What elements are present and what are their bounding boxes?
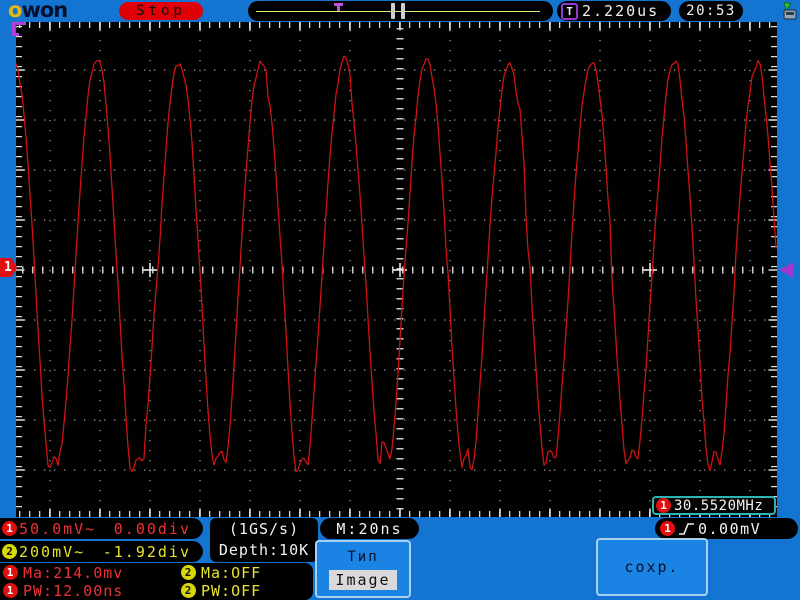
sample-rate: (1GS/s) (228, 520, 300, 538)
trigger-position-marker-icon (334, 3, 343, 11)
view-window-bracket-right (401, 3, 405, 19)
scope-grid-and-trace (15, 21, 778, 518)
horizontal-position-bar[interactable] (248, 1, 553, 21)
type-menu-label: Тип (347, 549, 379, 565)
measurement-label: Ma:OFF (201, 563, 262, 582)
channel1-zero-marker[interactable]: 1 (0, 258, 17, 277)
view-window-bracket-left (391, 3, 395, 19)
save-button-label: сохр. (624, 558, 680, 576)
acquisition-status: (1GS/s) Depth:10K (210, 518, 318, 562)
channel1-offset: 0.00div (113, 519, 191, 538)
waveform-display (15, 21, 778, 518)
measurement-label: PW:12.00ns (23, 581, 124, 600)
logo-rest: won (21, 0, 68, 22)
frequency-channel-badge: 1 (656, 498, 671, 513)
measurement-ch2-max: 2 Ma:OFF (181, 564, 313, 582)
measurement-ch2-pw: 2 PW:OFF (181, 582, 313, 600)
measurements-panel: 1 Ma:214.0mv 2 Ma:OFF 1 PW:12.00ns 2 PW:… (0, 563, 313, 600)
memory-window-line (256, 11, 540, 12)
channel1-status[interactable]: 1 50.0mV~ 0.00div (0, 518, 203, 539)
run-state-label: Stop (136, 3, 186, 19)
trigger-t-icon: T (561, 2, 578, 20)
channel1-zero-marker-label: 1 (4, 260, 12, 275)
rising-edge-icon (679, 522, 694, 535)
trigger-time-value: 2.220us (582, 2, 660, 20)
channel2-badge: 2 (2, 544, 17, 559)
measurement-badge: 2 (181, 583, 196, 598)
measurement-ch1-pw: 1 PW:12.00ns (3, 582, 181, 600)
trigger-offscreen-marker-icon (12, 22, 28, 38)
channel2-scale: 200mV~ (19, 542, 86, 561)
measurement-badge: 1 (3, 583, 18, 598)
type-menu-button[interactable]: Тип Image (315, 540, 411, 598)
trigger-level-marker-icon[interactable] (779, 262, 794, 278)
measurement-ch1-max: 1 Ma:214.0mv (3, 564, 181, 582)
timebase-value: M:20ns (336, 519, 403, 538)
channel1-scale: 50.0mV~ (19, 519, 97, 538)
save-button[interactable]: сохр. (596, 538, 708, 596)
type-menu-value: Image (329, 570, 397, 590)
channel1-badge: 1 (2, 521, 17, 536)
measurement-badge: 2 (181, 565, 196, 580)
measurement-badge: 1 (3, 565, 18, 580)
top-bar: owon Stop T 2.220us 20:53 (0, 0, 800, 22)
trigger-level-value: 0.00mV (698, 519, 762, 538)
status-bar: 1 50.0mV~ 0.00div 2 200mV~ -1.92div (1GS… (0, 517, 800, 600)
trigger-status[interactable]: 1 0.00mV (655, 518, 798, 539)
channel2-status[interactable]: 2 200mV~ -1.92div (0, 541, 203, 562)
logo-first-letter: o (8, 0, 22, 22)
usb-storage-icon (783, 2, 797, 20)
trigger-source-badge: 1 (660, 521, 675, 536)
trigger-time-readout: T 2.220us (557, 1, 671, 21)
clock-value: 20:53 (686, 3, 736, 19)
measurement-label: Ma:214.0mv (23, 563, 124, 582)
clock-readout: 20:53 (679, 1, 743, 21)
channel2-offset: -1.92div (102, 542, 191, 561)
frequency-value: 30.5520MHz (674, 497, 764, 514)
frequency-counter: 1 30.5520MHz (652, 496, 776, 515)
owon-logo: owon (8, 0, 68, 22)
memory-depth: Depth:10K (218, 541, 310, 559)
measurement-label: PW:OFF (201, 581, 262, 600)
timebase-status[interactable]: M:20ns (320, 518, 419, 539)
run-state-button[interactable]: Stop (119, 2, 203, 20)
